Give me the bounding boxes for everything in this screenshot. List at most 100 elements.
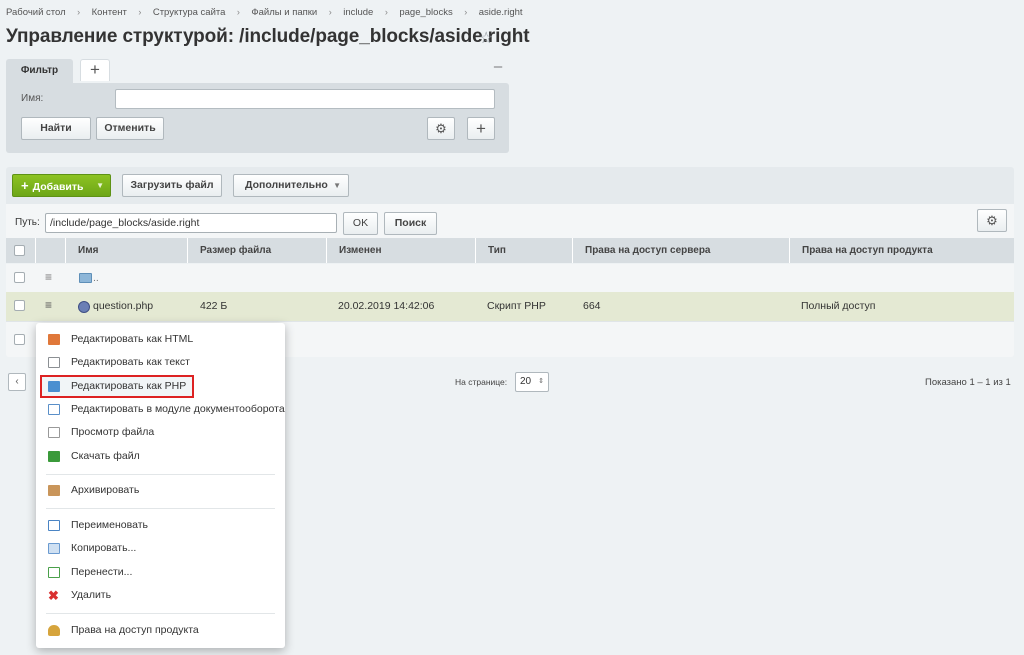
column-size[interactable]: Размер файла <box>187 238 326 263</box>
permissions-icon <box>48 625 60 636</box>
menu-item-label: Редактировать в модуле документооборота <box>71 403 285 415</box>
search-button[interactable]: Поиск <box>384 212 437 235</box>
plus-icon: + <box>476 119 486 138</box>
breadcrumb-aside-right: aside.right <box>478 6 523 18</box>
gear-icon: ⚙ <box>986 213 998 228</box>
file-name-link[interactable]: question.php <box>93 292 153 321</box>
parent-folder-link[interactable]: .. <box>93 264 99 293</box>
menu-item-label: Права на доступ продукта <box>71 624 199 636</box>
menu-item-label: Архивировать <box>71 484 140 496</box>
menu-item-rename[interactable]: Переименовать <box>36 515 285 536</box>
find-button[interactable]: Найти <box>21 117 91 140</box>
breadcrumb-page-blocks[interactable]: page_blocks <box>399 7 452 18</box>
filter-name-label: Имя: <box>21 93 44 104</box>
edit-php-icon <box>48 381 60 392</box>
per-page-select[interactable]: 20 ⇕ <box>515 372 549 392</box>
column-server-rights[interactable]: Права на доступ сервера <box>572 238 789 263</box>
copy-icon <box>48 543 60 554</box>
star-icon[interactable]: ☆ <box>479 28 493 48</box>
rename-icon <box>48 520 60 531</box>
menu-item-edit-html[interactable]: Редактировать как HTML <box>36 329 285 350</box>
edit-text-icon <box>48 357 60 368</box>
move-icon <box>48 567 60 578</box>
table-row-parent[interactable]: ≡ .. <box>6 264 1014 293</box>
file-product-rights: Полный доступ <box>801 300 876 312</box>
breadcrumb-site-structure[interactable]: Структура сайта <box>153 7 226 18</box>
prev-page-button[interactable]: ‹ <box>8 373 26 391</box>
filter-add-field-button[interactable]: + <box>467 117 495 140</box>
chevron-right-icon: › <box>77 7 81 17</box>
grid-settings-button[interactable]: ⚙ <box>977 209 1007 232</box>
add-filter-tab-button[interactable]: + <box>80 59 110 81</box>
select-arrows-icon: ⇕ <box>538 378 544 385</box>
breadcrumb: Рабочий стол › Контент › Структура сайта… <box>6 5 523 19</box>
menu-item-label: Перенести... <box>71 566 133 578</box>
menu-item-label: Копировать... <box>71 542 137 554</box>
breadcrumb-files-folders[interactable]: Файлы и папки <box>251 7 317 18</box>
upload-file-button[interactable]: Загрузить файл <box>122 174 222 197</box>
add-button[interactable]: + Добавить ▼ <box>12 174 111 197</box>
breadcrumb-include[interactable]: include <box>343 7 373 18</box>
menu-icon[interactable]: ≡ <box>45 298 52 312</box>
table-row[interactable]: ≡ question.php 422 Б 20.02.2019 14:42:06… <box>6 292 1014 321</box>
menu-divider <box>46 508 275 509</box>
context-menu: Редактировать как HTML Редактировать как… <box>36 323 285 648</box>
filter-name-input[interactable] <box>115 89 495 109</box>
chevron-down-icon: ▼ <box>333 181 341 190</box>
menu-item-archive[interactable]: Архивировать <box>36 480 285 501</box>
path-label: Путь: <box>15 217 40 228</box>
menu-item-label: Редактировать как HTML <box>71 333 194 345</box>
menu-item-edit-text[interactable]: Редактировать как текст <box>36 352 285 373</box>
footer-checkbox[interactable] <box>14 334 25 345</box>
tab-filter[interactable]: Фильтр <box>6 59 73 83</box>
breadcrumb-desktop[interactable]: Рабочий стол <box>6 7 66 18</box>
menu-item-copy[interactable]: Копировать... <box>36 538 285 559</box>
file-modified: 20.02.2019 14:42:06 <box>338 300 435 312</box>
select-all-checkbox[interactable] <box>14 245 25 256</box>
path-input[interactable] <box>45 213 337 233</box>
column-name[interactable]: Имя <box>65 238 187 263</box>
view-file-icon <box>48 427 60 438</box>
menu-item-label: Просмотр файла <box>71 426 155 438</box>
gear-icon: ⚙ <box>435 121 447 136</box>
download-icon <box>48 451 60 462</box>
row-checkbox[interactable] <box>14 272 25 283</box>
page-title: Управление структурой: /include/page_blo… <box>6 26 530 47</box>
file-server-rights: 664 <box>583 300 601 312</box>
plus-icon: + <box>21 178 29 193</box>
folder-up-icon <box>79 273 92 283</box>
menu-item-label: Удалить <box>71 589 112 601</box>
chevron-right-icon: › <box>138 7 142 17</box>
menu-item-download[interactable]: Скачать файл <box>36 446 285 467</box>
collapse-filter-icon[interactable]: – <box>490 59 506 76</box>
menu-item-move[interactable]: Перенести... <box>36 562 285 583</box>
chevron-right-icon: › <box>464 7 468 17</box>
column-product-rights[interactable]: Права на доступ продукта <box>789 238 1014 263</box>
menu-item-edit-php[interactable]: Редактировать как PHP <box>40 375 194 398</box>
menu-icon[interactable]: ≡ <box>45 270 52 284</box>
path-ok-button[interactable]: OK <box>343 212 378 235</box>
chevron-down-icon: ▼ <box>96 181 104 190</box>
workflow-icon <box>48 404 60 415</box>
delete-icon: ✖ <box>48 588 59 603</box>
column-actions <box>35 238 65 263</box>
menu-item-edit-workflow[interactable]: Редактировать в модуле документооборота <box>36 399 285 420</box>
menu-divider <box>46 613 275 614</box>
per-page-value: 20 <box>520 376 532 387</box>
filter-settings-button[interactable]: ⚙ <box>427 117 455 140</box>
shown-count: Показано 1 – 1 из 1 <box>925 377 1011 388</box>
breadcrumb-content[interactable]: Контент <box>92 7 127 18</box>
column-type[interactable]: Тип <box>475 238 572 263</box>
menu-item-product-rights[interactable]: Права на доступ продукта <box>36 620 285 641</box>
row-checkbox[interactable] <box>14 300 25 311</box>
menu-item-view-file[interactable]: Просмотр файла <box>36 422 285 443</box>
grid-header: Имя Размер файла Изменен Тип Права на до… <box>6 238 1014 263</box>
more-button[interactable]: Дополнительно ▼ <box>233 174 349 197</box>
php-file-icon <box>78 301 90 313</box>
cancel-button[interactable]: Отменить <box>96 117 164 140</box>
chevron-right-icon: › <box>328 7 332 17</box>
menu-item-delete[interactable]: ✖ Удалить <box>36 585 285 606</box>
chevron-right-icon: › <box>384 7 388 17</box>
column-modified[interactable]: Изменен <box>326 238 475 263</box>
menu-divider <box>46 474 275 475</box>
